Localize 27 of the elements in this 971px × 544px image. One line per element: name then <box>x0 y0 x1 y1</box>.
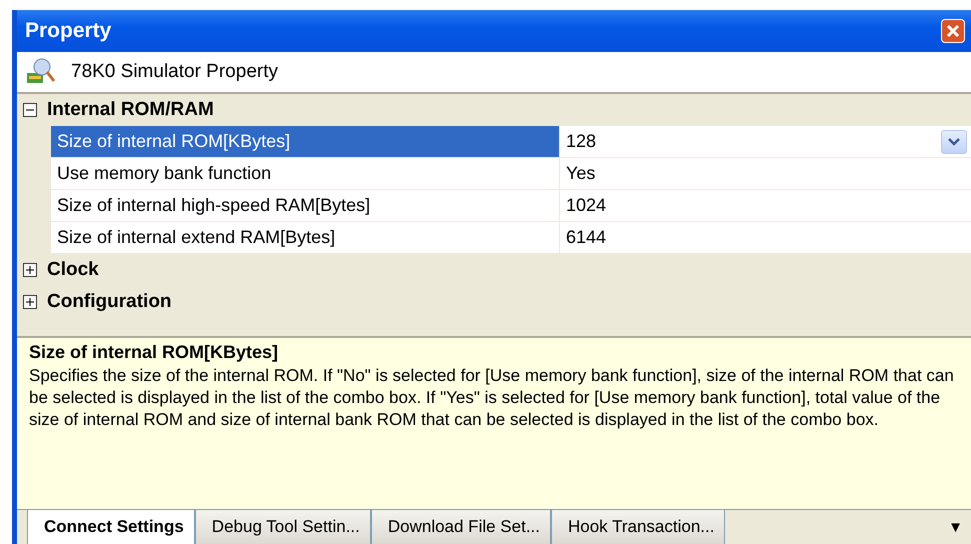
expand-icon[interactable] <box>23 295 37 309</box>
property-value: 1024 <box>566 195 606 216</box>
category-label: Internal ROM/RAM <box>47 99 214 121</box>
property-name[interactable]: Size of internal high-speed RAM[Bytes] <box>51 190 560 222</box>
property-value: 128 <box>566 131 596 152</box>
window-title: Property <box>25 19 112 43</box>
description-title: Size of internal ROM[KBytes] <box>29 342 280 363</box>
property-name[interactable]: Size of internal extend RAM[Bytes] <box>51 222 560 254</box>
tab[interactable]: Hook Transaction... <box>551 510 726 544</box>
expand-icon[interactable] <box>23 263 37 277</box>
category-label: Clock <box>47 259 99 281</box>
close-button[interactable] <box>941 19 965 43</box>
description-text: Specifies the size of the internal ROM. If "No" is selected for [Use memory bank function], size of the internal ROM that can be selected is displayed in the list of the combo box. If "Yes" is selected for [Use memory bank function], total value of the size of internal ROM and size of internal bank ROM that can be selected is displayed in the list of the combo box. <box>29 365 955 431</box>
dropdown-button[interactable] <box>941 130 967 154</box>
property-header-title: 78K0 Simulator Property <box>71 61 278 83</box>
close-icon <box>946 24 960 38</box>
category-label: Configuration <box>47 291 172 313</box>
collapse-icon[interactable] <box>23 103 37 117</box>
tab[interactable]: Debug Tool Settin... <box>194 510 371 544</box>
tab[interactable]: Connect Settings <box>27 510 195 544</box>
property-name[interactable]: Size of internal ROM[KBytes] <box>51 126 560 158</box>
tab-overflow-button[interactable]: ▼ <box>940 510 971 544</box>
tab[interactable]: Download File Set... <box>370 510 551 544</box>
property-value: 6144 <box>566 227 606 248</box>
property-value: Yes <box>566 163 596 184</box>
property-name[interactable]: Use memory bank function <box>51 158 560 190</box>
chevron-down-icon <box>948 138 960 146</box>
